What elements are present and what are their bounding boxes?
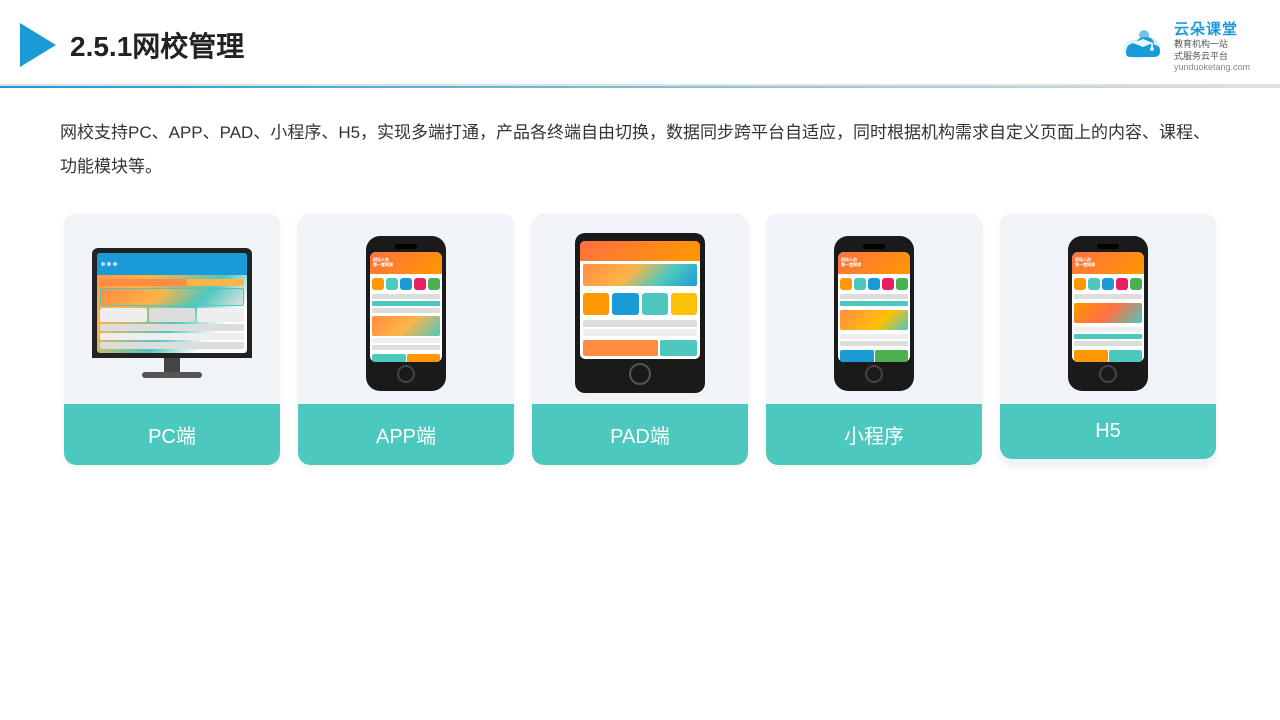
card-pad[interactable]: PAD端 bbox=[532, 214, 748, 465]
card-pc-image bbox=[64, 214, 280, 404]
phone-mini-icon: 职场人的第一堂网课 bbox=[834, 236, 914, 391]
brand-url: yunduoketang.com bbox=[1174, 62, 1250, 72]
card-h5-image: 职场人的第一堂网课 bbox=[1000, 214, 1216, 404]
card-h5-label: H5 bbox=[1000, 404, 1216, 459]
brand-sub2: 式服务云平台 bbox=[1174, 51, 1228, 63]
card-h5[interactable]: 职场人的第一堂网课 bbox=[1000, 214, 1216, 465]
card-app-image: 职场人的第一堂网课 bbox=[298, 214, 514, 404]
card-miniprogram[interactable]: 职场人的第一堂网课 bbox=[766, 214, 982, 465]
brand-text: 云朵课堂 教育机构一站 式服务云平台 yunduoketang.com bbox=[1174, 18, 1250, 72]
phone-app-icon: 职场人的第一堂网课 bbox=[366, 236, 446, 391]
card-pad-label: PAD端 bbox=[532, 404, 748, 465]
card-app-label: APP端 bbox=[298, 404, 514, 465]
card-pad-image bbox=[532, 214, 748, 404]
tablet-pad-icon bbox=[575, 233, 705, 393]
card-pc[interactable]: PC端 bbox=[64, 214, 280, 465]
brand-logo: 云朵课堂 教育机构一站 式服务云平台 yunduoketang.com bbox=[1118, 18, 1250, 72]
cards-row: PC端 职场人的第一堂网课 bbox=[60, 214, 1220, 465]
brand-name: 云朵课堂 bbox=[1174, 18, 1238, 39]
phone-h5-icon: 职场人的第一堂网课 bbox=[1068, 236, 1148, 391]
page-header: 2.5.1网校管理 云朵课堂 教育机构一站 式服务云平台 y bbox=[0, 0, 1280, 86]
logo-arrow-icon bbox=[20, 23, 56, 67]
header-left: 2.5.1网校管理 bbox=[20, 23, 244, 67]
cloud-icon bbox=[1118, 27, 1168, 63]
description-text: 网校支持PC、APP、PAD、小程序、H5，实现多端打通，产品各终端自由切换，数… bbox=[60, 116, 1220, 184]
card-miniprogram-image: 职场人的第一堂网课 bbox=[766, 214, 982, 404]
pc-monitor-icon bbox=[92, 248, 252, 378]
brand-sub1: 教育机构一站 bbox=[1174, 39, 1228, 51]
main-content: 网校支持PC、APP、PAD、小程序、H5，实现多端打通，产品各终端自由切换，数… bbox=[0, 88, 1280, 485]
card-miniprogram-label: 小程序 bbox=[766, 404, 982, 465]
header-right: 云朵课堂 教育机构一站 式服务云平台 yunduoketang.com bbox=[1118, 18, 1250, 72]
card-app[interactable]: 职场人的第一堂网课 bbox=[298, 214, 514, 465]
page-title: 2.5.1网校管理 bbox=[70, 25, 244, 65]
card-pc-label: PC端 bbox=[64, 404, 280, 465]
